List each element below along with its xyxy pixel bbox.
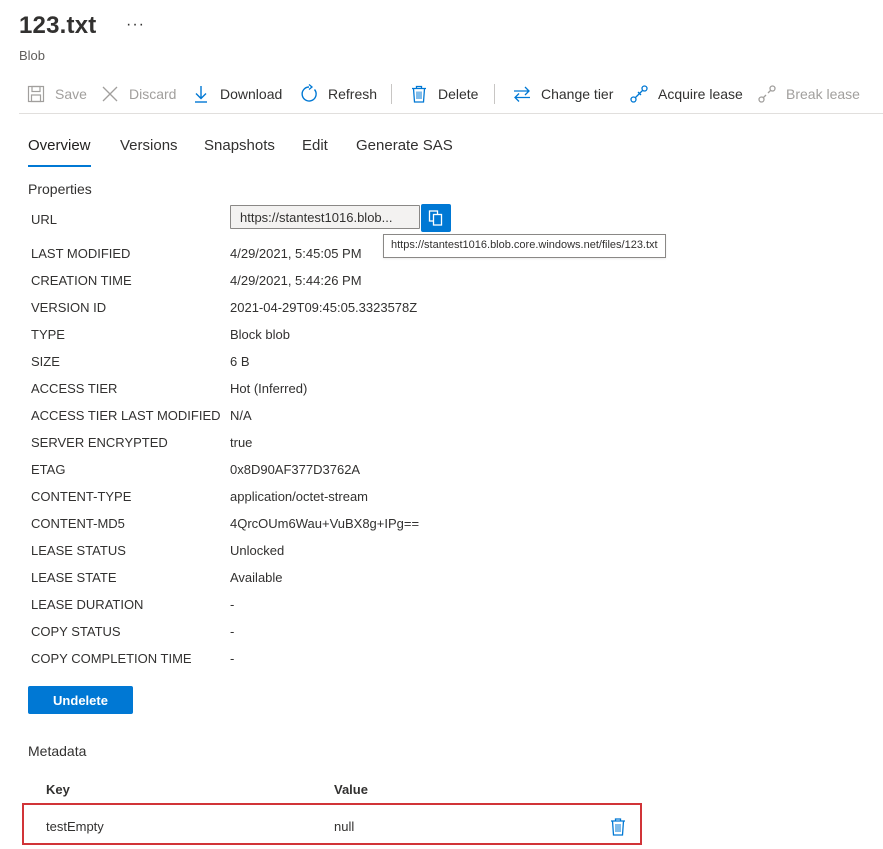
property-label: LEASE STATUS bbox=[31, 543, 126, 558]
tab-edit[interactable]: Edit bbox=[302, 137, 328, 165]
property-value: 4/29/2021, 5:44:26 PM bbox=[230, 273, 362, 288]
acquire-lease-label: Acquire lease bbox=[658, 86, 743, 102]
metadata-value-cell[interactable]: null bbox=[334, 819, 354, 834]
download-icon bbox=[195, 86, 207, 103]
broken-link-icon bbox=[758, 85, 776, 103]
property-value: - bbox=[230, 597, 235, 612]
toolbar-divider bbox=[391, 84, 392, 104]
tab-versions[interactable]: Versions bbox=[120, 137, 178, 165]
delete-label: Delete bbox=[438, 86, 479, 102]
metadata-key-cell[interactable]: testEmpty bbox=[46, 819, 104, 834]
property-value: application/octet-stream bbox=[230, 489, 369, 504]
link-icon bbox=[630, 85, 648, 103]
tab-generate-sas[interactable]: Generate SAS bbox=[356, 137, 453, 165]
property-value: - bbox=[230, 651, 235, 666]
trash-icon bbox=[611, 818, 625, 836]
property-value: Unlocked bbox=[230, 543, 285, 558]
metadata-key-header: Key bbox=[46, 782, 70, 797]
property-label: ETAG bbox=[31, 462, 66, 477]
property-label: LAST MODIFIED bbox=[31, 246, 131, 261]
delete-button[interactable]: Delete bbox=[409, 82, 478, 106]
save-button[interactable]: Save bbox=[26, 82, 87, 106]
property-label: SERVER ENCRYPTED bbox=[31, 435, 168, 450]
refresh-button[interactable]: Refresh bbox=[299, 82, 377, 106]
undelete-button[interactable]: Undelete bbox=[28, 686, 133, 714]
save-icon bbox=[27, 85, 45, 103]
copy-url-button[interactable] bbox=[421, 204, 451, 232]
save-label: Save bbox=[55, 86, 87, 102]
swap-arrows-icon bbox=[514, 86, 530, 102]
property-value: Hot (Inferred) bbox=[230, 381, 308, 396]
trash-icon bbox=[412, 85, 426, 103]
break-lease-button[interactable]: Break lease bbox=[757, 82, 860, 106]
refresh-label: Refresh bbox=[328, 86, 378, 102]
property-value: 4QrcOUm6Wau+VuBX8g+IPg== bbox=[230, 516, 420, 531]
properties-heading: Properties bbox=[28, 181, 92, 197]
property-label: SIZE bbox=[31, 354, 60, 369]
property-value: 4/29/2021, 5:45:05 PM bbox=[230, 246, 362, 261]
url-field[interactable]: https://stantest1016.blob... bbox=[230, 205, 420, 229]
property-value: 6 B bbox=[230, 354, 250, 369]
property-label: CONTENT-MD5 bbox=[31, 516, 125, 531]
property-label: COPY COMPLETION TIME bbox=[31, 651, 192, 666]
more-options-button[interactable]: ··· bbox=[126, 16, 145, 34]
tab-snapshots[interactable]: Snapshots bbox=[204, 137, 275, 165]
metadata-value-header: Value bbox=[334, 782, 368, 797]
property-value: - bbox=[230, 624, 235, 639]
property-label: ACCESS TIER LAST MODIFIED bbox=[31, 408, 221, 423]
change-tier-label: Change tier bbox=[541, 86, 614, 102]
property-value: 0x8D90AF377D3762A bbox=[230, 462, 361, 477]
property-value: true bbox=[230, 435, 253, 450]
property-label: ACCESS TIER bbox=[31, 381, 118, 396]
url-label: URL bbox=[31, 212, 58, 227]
close-icon bbox=[102, 86, 118, 102]
discard-button[interactable]: Discard bbox=[100, 82, 176, 106]
property-value: N/A bbox=[230, 408, 252, 423]
property-label: VERSION ID bbox=[31, 300, 107, 315]
copy-icon bbox=[428, 210, 443, 226]
property-label: TYPE bbox=[31, 327, 65, 342]
discard-label: Discard bbox=[129, 86, 177, 102]
tab-overview[interactable]: Overview bbox=[28, 137, 91, 167]
break-lease-label: Break lease bbox=[786, 86, 860, 102]
url-tooltip: https://stantest1016.blob.core.windows.n… bbox=[383, 234, 666, 258]
metadata-heading: Metadata bbox=[28, 743, 87, 759]
property-label: COPY STATUS bbox=[31, 624, 121, 639]
refresh-icon bbox=[301, 84, 317, 102]
property-value: 2021-04-29T09:45:05.3323578Z bbox=[230, 300, 418, 315]
page-subtitle: Blob bbox=[19, 48, 46, 63]
property-label: CONTENT-TYPE bbox=[31, 489, 132, 504]
download-button[interactable]: Download bbox=[191, 82, 282, 106]
acquire-lease-button[interactable]: Acquire lease bbox=[629, 82, 743, 106]
property-label: LEASE STATE bbox=[31, 570, 117, 585]
property-label: LEASE DURATION bbox=[31, 597, 144, 612]
page-title: 123.txt bbox=[19, 12, 97, 39]
metadata-row-highlighted bbox=[22, 803, 642, 845]
download-label: Download bbox=[220, 86, 283, 102]
toolbar-divider bbox=[494, 84, 495, 104]
property-value: Block blob bbox=[230, 327, 290, 342]
property-label: CREATION TIME bbox=[31, 273, 132, 288]
change-tier-button[interactable]: Change tier bbox=[512, 82, 613, 106]
delete-metadata-button[interactable] bbox=[609, 817, 627, 837]
property-value: Available bbox=[230, 570, 283, 585]
command-bar: Save Discard Download Refresh Delete Cha… bbox=[19, 76, 883, 114]
